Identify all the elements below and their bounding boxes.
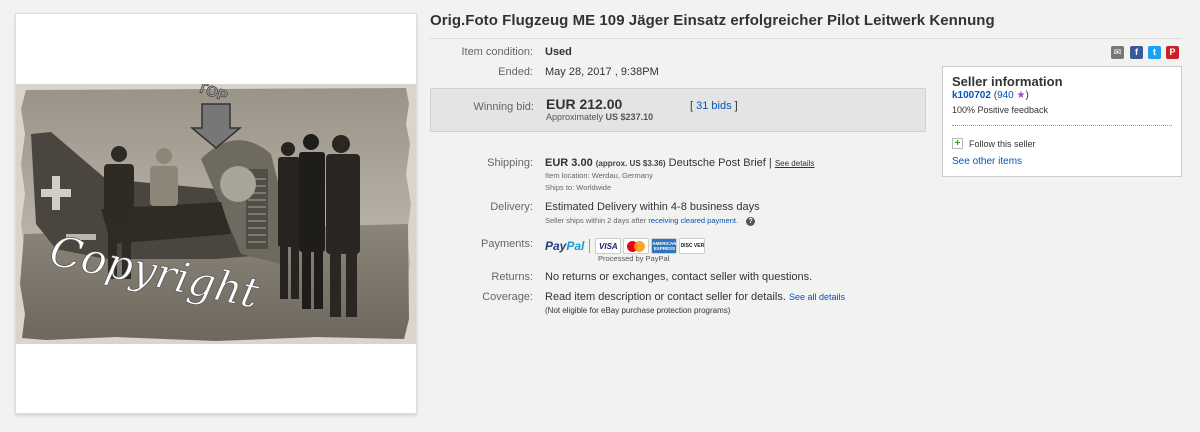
plus-icon: + — [952, 138, 963, 149]
seller-heading: Seller information — [952, 74, 1063, 89]
mastercard-icon — [623, 238, 650, 254]
follow-seller-label: Follow this seller — [969, 138, 1036, 149]
seller-info-box: Seller information k100702 (940 ★) 100% … — [942, 66, 1182, 177]
star-icon: ★ — [1016, 90, 1026, 101]
item-location: Item location: Werdau, Germany — [545, 171, 653, 180]
ships-to: Ships to: Worldwide — [545, 183, 612, 192]
ended-value: May 28, 2017 , 9:38PM — [545, 66, 659, 78]
winning-bid-approx: Approximately US $237.10 — [546, 112, 653, 122]
delivery-note: Seller ships within 2 days after receivi… — [545, 216, 756, 226]
positive-feedback: 100% Positive feedback — [952, 105, 1049, 115]
delivery-note-prefix: Seller ships within 2 days after — [545, 216, 647, 225]
delivery-value: Estimated Delivery within 4-8 business d… — [545, 201, 760, 213]
approx-value: US $237.10 — [605, 112, 654, 122]
feedback-score-link[interactable]: 940 — [997, 90, 1014, 101]
info-icon[interactable]: ? — [746, 216, 756, 226]
seller-name-row: k100702 (940 ★) — [952, 90, 1029, 101]
see-other-items-link[interactable]: See other items — [952, 156, 1022, 167]
winning-bid-price: EUR 212.00 — [546, 96, 623, 112]
score-close: ) — [1025, 90, 1029, 101]
seller-username-link[interactable]: k100702 — [952, 90, 991, 101]
item-image-card[interactable]: TOP Copyright — [15, 13, 417, 414]
payment-separator — [589, 239, 591, 253]
delivery-label: Delivery: — [490, 201, 533, 213]
coverage-text: Read item description or contact seller … — [545, 291, 786, 303]
bid-count-link[interactable]: 31 bids — [696, 100, 731, 112]
coverage-note: (Not eligible for eBay purchase protecti… — [545, 306, 731, 315]
bids-bracket-close: ] — [734, 100, 738, 112]
ended-label: Ended: — [498, 66, 533, 78]
payments-label: Payments: — [481, 238, 533, 250]
shipping-value: EUR 3.00 (approx. US $3.36) Deutsche Pos… — [545, 157, 814, 169]
approx-prefix: Approximately — [546, 112, 604, 122]
listing-title: Orig.Foto Flugzeug ME 109 Jäger Einsatz … — [430, 12, 995, 29]
bids-bracket-open: [ — [690, 100, 694, 112]
winning-bid-label: Winning bid: — [473, 101, 534, 113]
returns-value: No returns or exchanges, contact seller … — [545, 271, 813, 283]
returns-label: Returns: — [491, 271, 533, 283]
cleared-payment-link[interactable]: receiving cleared payment — [648, 216, 736, 225]
delivery-note-suffix: . — [735, 216, 739, 225]
follow-seller-button[interactable]: + Follow this seller — [952, 138, 1036, 149]
visa-icon: VISA — [595, 238, 622, 254]
pinterest-share-icon[interactable]: P — [1166, 46, 1179, 59]
item-photo[interactable]: TOP Copyright — [16, 84, 416, 344]
condition-label: Item condition: — [461, 46, 533, 58]
shipping-cost: EUR 3.00 — [545, 157, 593, 169]
see-all-details-link[interactable]: See all details — [789, 292, 845, 302]
coverage-value: Read item description or contact seller … — [545, 291, 845, 303]
coverage-label: Coverage: — [482, 291, 533, 303]
shipping-label: Shipping: — [487, 157, 533, 169]
shipping-approx: (approx. US $3.36) — [595, 159, 666, 168]
payment-logos: PayPal VISA AMERICAN EXPRESS DISC VER — [545, 236, 707, 256]
winning-bid-box: Winning bid: EUR 212.00 Approximately US… — [430, 88, 926, 132]
shipping-separator: | — [768, 157, 772, 169]
email-share-icon[interactable]: ✉ — [1111, 46, 1124, 59]
twitter-share-icon[interactable]: t — [1148, 46, 1161, 59]
condition-value: Used — [545, 46, 572, 58]
discover-icon: DISC VER — [679, 238, 706, 254]
facebook-share-icon[interactable]: f — [1130, 46, 1143, 59]
title-divider — [430, 38, 1182, 39]
processed-by-paypal: Processed by PayPal — [598, 254, 670, 263]
bid-history: [ 31 bids ] — [690, 100, 738, 112]
photo-illustration: TOP Copyright — [20, 84, 411, 341]
amex-icon: AMERICAN EXPRESS — [651, 238, 678, 254]
shipping-service: Deutsche Post Brief — [668, 157, 766, 169]
seller-divider — [952, 125, 1172, 126]
see-details-link[interactable]: See details — [775, 159, 815, 168]
paypal-logo: PayPal — [545, 239, 585, 253]
